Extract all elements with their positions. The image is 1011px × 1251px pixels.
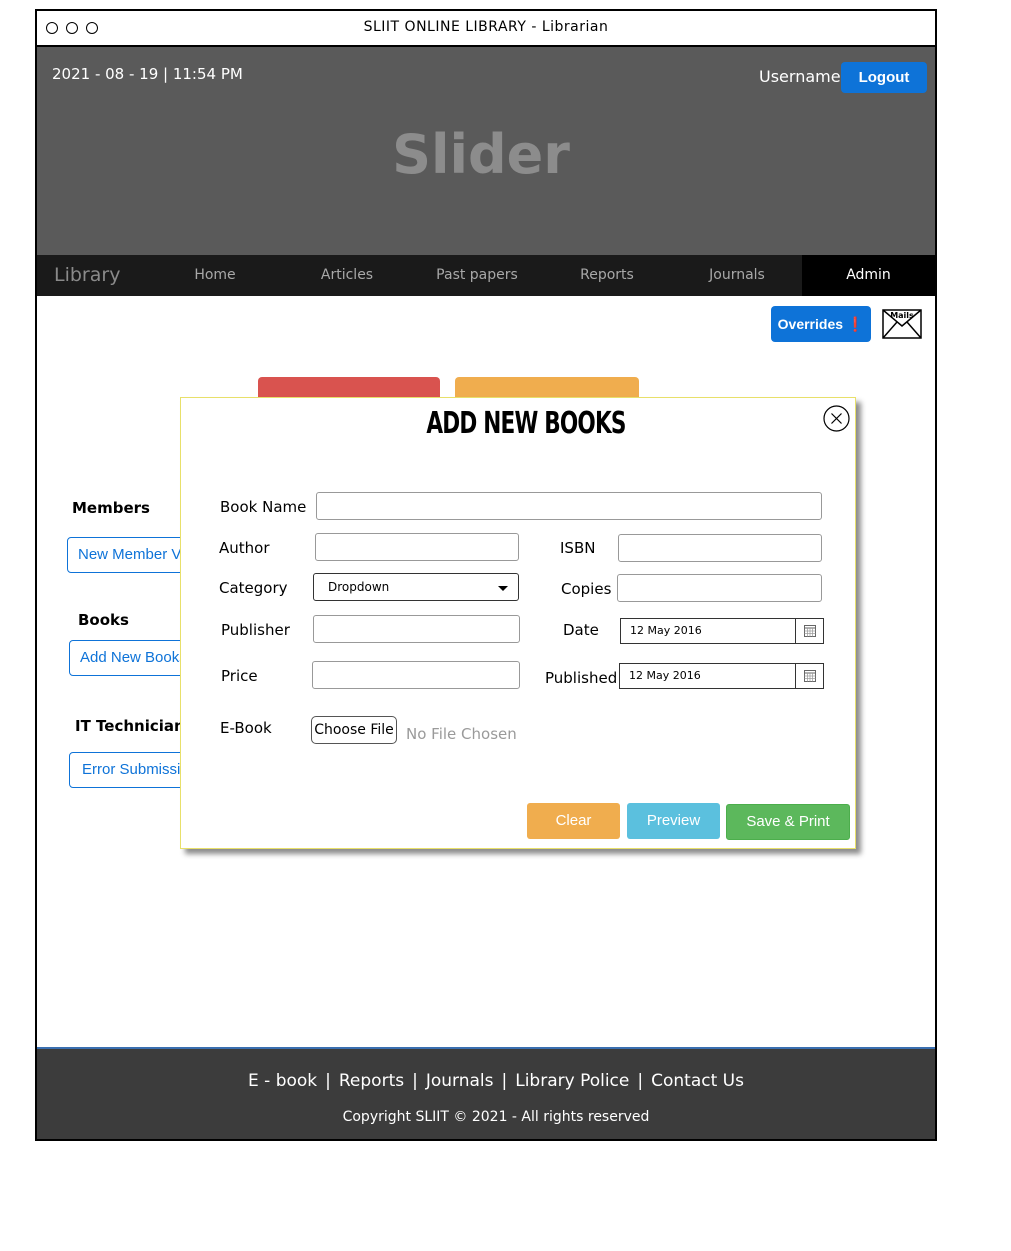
mail-icon[interactable]: Mails <box>882 309 922 339</box>
ebook-label: E-Book <box>220 719 272 737</box>
it-technician-heading: IT Technician <box>75 717 185 735</box>
footer-link-reports[interactable]: Reports <box>339 1071 404 1091</box>
close-icon[interactable] <box>823 405 850 432</box>
no-file-chosen-text: No File Chosen <box>406 725 517 743</box>
published-label: Published <box>545 669 618 687</box>
copies-input[interactable] <box>617 574 822 602</box>
category-label: Category <box>219 579 288 597</box>
overrides-button[interactable]: Overrides ❗ <box>771 306 871 342</box>
modal-title: ADD NEW BOOKS <box>426 406 626 441</box>
price-label: Price <box>221 667 258 685</box>
isbn-input[interactable] <box>618 534 822 562</box>
isbn-label: ISBN <box>560 539 596 557</box>
preview-button[interactable]: Preview <box>627 803 720 839</box>
main-navbar: Library Home Articles Past papers Report… <box>37 255 935 296</box>
books-heading: Books <box>78 611 129 629</box>
publisher-input[interactable] <box>313 615 520 643</box>
mail-icon-label: Mails <box>890 311 914 320</box>
datetime-text: 2021 - 08 - 19 | 11:54 PM <box>52 65 243 83</box>
chevron-down-icon <box>498 586 508 591</box>
date-picker[interactable]: 12 May 2016 <box>620 618 824 644</box>
footer-separator: | <box>637 1071 644 1091</box>
price-input[interactable] <box>312 661 520 689</box>
copyright-text: Copyright SLIIT © 2021 - All rights rese… <box>342 1109 650 1125</box>
members-heading: Members <box>72 499 150 517</box>
footer-link-journals[interactable]: Journals <box>426 1071 494 1091</box>
date-label: Date <box>563 621 599 639</box>
author-label: Author <box>219 539 270 557</box>
page-footer: E - book | Reports | Journals | Library Police… <box>37 1047 935 1139</box>
nav-item-articles[interactable]: Articles <box>282 255 412 296</box>
published-date-picker[interactable]: 12 May 2016 <box>619 663 824 689</box>
footer-separator: | <box>412 1071 418 1091</box>
calendar-icon[interactable] <box>795 619 823 643</box>
clear-button[interactable]: Clear <box>527 803 620 839</box>
nav-item-reports[interactable]: Reports <box>542 255 672 296</box>
nav-item-past-papers[interactable]: Past papers <box>412 255 542 296</box>
username-label: Username <box>759 67 841 86</box>
footer-link-library-police[interactable]: Library Police <box>515 1071 629 1091</box>
footer-separator: | <box>501 1071 508 1091</box>
footer-links: E - book | Reports | Journals | Library Police… <box>37 1071 955 1091</box>
copies-label: Copies <box>561 580 612 598</box>
page-header: 2021 - 08 - 19 | 11:54 PM Username Logou… <box>37 47 935 255</box>
slider-placeholder: Slider <box>392 123 570 186</box>
book-name-label: Book Name <box>220 498 307 516</box>
published-value: 12 May 2016 <box>629 669 701 682</box>
book-name-input[interactable] <box>316 492 822 520</box>
choose-file-button[interactable]: Choose File <box>311 716 397 744</box>
calendar-icon[interactable] <box>795 664 823 688</box>
add-new-books-modal: ADD NEW BOOKS Book Name Author ISBN Cate… <box>180 397 856 849</box>
window-titlebar: SLIIT ONLINE LIBRARY - Librarian <box>37 11 935 47</box>
footer-link-ebook[interactable]: E - book <box>248 1071 317 1091</box>
footer-separator: | <box>325 1071 331 1091</box>
logout-button[interactable]: Logout <box>841 62 927 93</box>
nav-item-journals[interactable]: Journals <box>672 255 802 296</box>
nav-item-admin[interactable]: Admin <box>802 255 935 296</box>
author-input[interactable] <box>315 533 519 561</box>
footer-link-contact-us[interactable]: Contact Us <box>651 1071 744 1091</box>
category-dropdown-value: Dropdown <box>328 580 390 594</box>
publisher-label: Publisher <box>221 621 290 639</box>
window-title: SLIIT ONLINE LIBRARY - Librarian <box>363 19 609 35</box>
nav-brand[interactable]: Library <box>54 264 120 286</box>
nav-item-home[interactable]: Home <box>150 255 280 296</box>
category-dropdown[interactable]: Dropdown <box>313 573 519 601</box>
date-value: 12 May 2016 <box>630 624 702 637</box>
save-print-button[interactable]: Save & Print <box>726 804 850 840</box>
